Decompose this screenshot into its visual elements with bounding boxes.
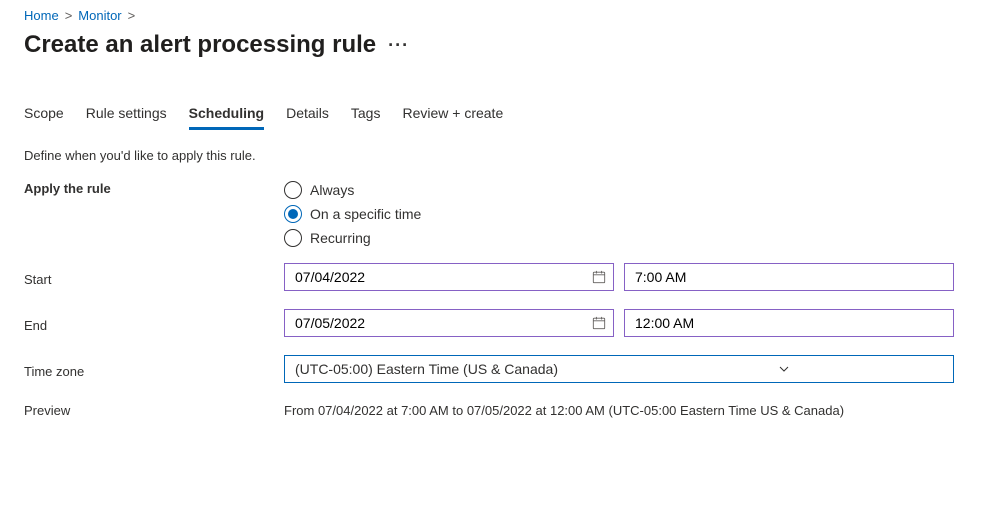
tab-rule-settings[interactable]: Rule settings	[86, 99, 167, 130]
breadcrumb-home[interactable]: Home	[24, 8, 59, 23]
radio-specific-time[interactable]: On a specific time	[284, 205, 982, 223]
timezone-select[interactable]: (UTC-05:00) Eastern Time (US & Canada)	[284, 355, 954, 383]
preview-label: Preview	[24, 399, 284, 418]
tab-scheduling[interactable]: Scheduling	[189, 99, 264, 130]
calendar-icon[interactable]	[591, 315, 607, 331]
start-label: Start	[24, 268, 284, 287]
radio-icon	[284, 205, 302, 223]
intro-text: Define when you'd like to apply this rul…	[24, 148, 982, 163]
apply-rule-radio-group: Always On a specific time Recurring	[284, 181, 982, 247]
breadcrumb-sep: >	[65, 8, 73, 23]
tabs: Scope Rule settings Scheduling Details T…	[24, 99, 982, 130]
calendar-icon[interactable]	[591, 269, 607, 285]
radio-always[interactable]: Always	[284, 181, 982, 199]
timezone-label: Time zone	[24, 360, 284, 379]
radio-recurring-label: Recurring	[310, 230, 371, 246]
end-date-field[interactable]	[295, 315, 591, 331]
radio-always-label: Always	[310, 182, 354, 198]
page-title: Create an alert processing rule	[24, 31, 376, 59]
preview-text: From 07/04/2022 at 7:00 AM to 07/05/2022…	[284, 399, 982, 418]
apply-rule-label: Apply the rule	[24, 181, 284, 196]
tab-tags[interactable]: Tags	[351, 99, 381, 130]
end-time-input[interactable]	[624, 309, 954, 337]
radio-icon	[284, 229, 302, 247]
tab-review-create[interactable]: Review + create	[402, 99, 503, 130]
end-label: End	[24, 314, 284, 333]
radio-specific-label: On a specific time	[310, 206, 421, 222]
timezone-value: (UTC-05:00) Eastern Time (US & Canada)	[295, 361, 621, 377]
tab-details[interactable]: Details	[286, 99, 329, 130]
breadcrumb: Home > Monitor >	[24, 8, 982, 23]
chevron-down-icon	[621, 362, 947, 376]
tab-scope[interactable]: Scope	[24, 99, 64, 130]
end-time-field[interactable]	[635, 315, 943, 331]
radio-icon	[284, 181, 302, 199]
breadcrumb-sep: >	[128, 8, 136, 23]
breadcrumb-monitor[interactable]: Monitor	[78, 8, 121, 23]
radio-recurring[interactable]: Recurring	[284, 229, 982, 247]
more-actions-button[interactable]: ···	[388, 36, 409, 54]
end-date-input[interactable]	[284, 309, 614, 337]
start-time-input[interactable]	[624, 263, 954, 291]
start-date-field[interactable]	[295, 269, 591, 285]
start-time-field[interactable]	[635, 269, 943, 285]
start-date-input[interactable]	[284, 263, 614, 291]
